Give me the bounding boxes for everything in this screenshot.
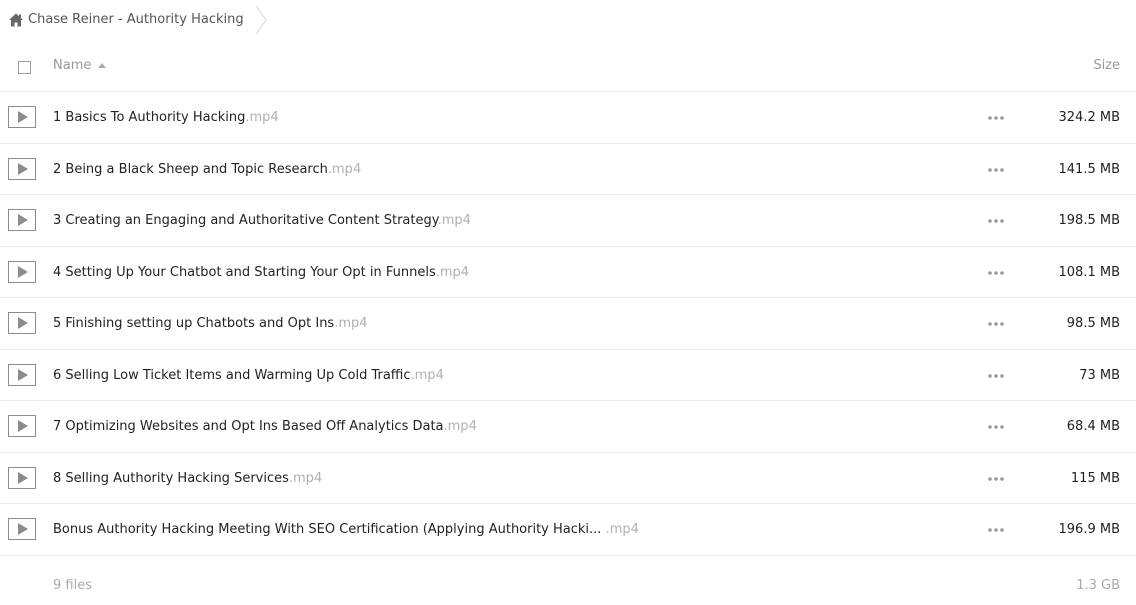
- file-row[interactable]: 1 Basics To Authority Hacking.mp4 324.2 …: [0, 92, 1136, 144]
- file-name[interactable]: 7 Optimizing Websites and Opt Ins Based …: [53, 401, 477, 452]
- file-list-footer: 9 files 1.3 GB: [0, 570, 1136, 604]
- column-header-size[interactable]: Size: [1093, 58, 1120, 73]
- file-extension: .mp4: [437, 213, 471, 228]
- file-name-base: 1 Basics To Authority Hacking: [53, 110, 246, 125]
- file-name[interactable]: 4 Setting Up Your Chatbot and Starting Y…: [53, 247, 469, 298]
- file-name-base: 8 Selling Authority Hacking Services: [53, 470, 289, 486]
- file-row[interactable]: 7 Optimizing Websites and Opt Ins Based …: [0, 401, 1136, 453]
- file-name[interactable]: 1 Basics To Authority Hacking.mp4: [53, 92, 279, 143]
- breadcrumb-folder-title: Chase Reiner - Authority Hacking: [28, 12, 244, 27]
- more-options-icon[interactable]: [986, 317, 1006, 331]
- video-play-icon: [8, 312, 36, 334]
- column-header-name[interactable]: Name: [53, 58, 107, 73]
- more-options-icon[interactable]: [986, 111, 1006, 125]
- file-size: 198.5 MB: [1058, 213, 1120, 228]
- total-size: 1.3 GB: [1076, 578, 1120, 593]
- video-play-icon: [8, 260, 36, 283]
- file-name-base: 7 Optimizing Websites and Opt Ins Based …: [53, 419, 444, 434]
- more-options-icon[interactable]: [986, 523, 1006, 537]
- file-size: 141.5 MB: [1058, 161, 1120, 177]
- column-header-name-label: Name: [53, 58, 92, 73]
- file-extension: .mp4: [327, 161, 362, 177]
- more-options-icon[interactable]: [986, 472, 1006, 486]
- file-extension: .mp4: [435, 264, 470, 280]
- video-play-icon: [8, 157, 36, 180]
- file-name[interactable]: 5 Finishing setting up Chatbots and Opt …: [53, 298, 368, 349]
- file-name[interactable]: Bonus Authority Hacking Meeting With SEO…: [53, 504, 639, 555]
- select-all-checkbox[interactable]: [18, 61, 31, 74]
- file-name[interactable]: 2 Being a Black Sheep and Topic Research…: [53, 144, 361, 195]
- file-row[interactable]: 4 Setting Up Your Chatbot and Starting Y…: [0, 247, 1136, 298]
- file-extension: .mp4: [334, 316, 368, 331]
- video-play-icon: [8, 363, 36, 386]
- file-count: 9 files: [53, 578, 92, 593]
- more-options-icon[interactable]: [986, 214, 1006, 228]
- file-row[interactable]: 3 Creating an Engaging and Authoritative…: [0, 195, 1136, 247]
- file-name[interactable]: 6 Selling Low Ticket Items and Warming U…: [53, 350, 444, 401]
- file-row[interactable]: Bonus Authority Hacking Meeting With SEO…: [0, 504, 1136, 556]
- more-options-icon[interactable]: [986, 369, 1006, 383]
- file-size: 115 MB: [1070, 470, 1120, 486]
- file-extension: .mp4: [288, 470, 323, 486]
- file-row[interactable]: 8 Selling Authority Hacking Services.mp4…: [0, 453, 1136, 504]
- file-name-base: 3 Creating an Engaging and Authoritative…: [53, 213, 438, 228]
- more-options-icon[interactable]: [986, 420, 1006, 434]
- file-list-header: Name Size: [0, 44, 1136, 92]
- file-row[interactable]: 2 Being a Black Sheep and Topic Research…: [0, 144, 1136, 195]
- breadcrumb-folder[interactable]: Chase Reiner - Authority Hacking: [0, 0, 244, 40]
- file-name[interactable]: 3 Creating an Engaging and Authoritative…: [53, 195, 471, 246]
- video-play-icon: [8, 106, 36, 128]
- video-play-icon: [8, 466, 36, 489]
- breadcrumb-chevron-icon: [255, 5, 267, 35]
- file-extension: .mp4: [245, 110, 279, 125]
- file-size: 68.4 MB: [1066, 419, 1120, 434]
- file-extension: .mp4: [410, 367, 444, 383]
- breadcrumb: Chase Reiner - Authority Hacking: [0, 0, 1136, 40]
- file-name-base: 2 Being a Black Sheep and Topic Research: [53, 161, 328, 177]
- file-size: 108.1 MB: [1058, 264, 1120, 280]
- file-name-base: Bonus Authority Hacking Meeting With SEO…: [53, 522, 606, 537]
- file-extension: .mp4: [605, 522, 639, 537]
- file-extension: .mp4: [443, 419, 477, 434]
- video-play-icon: [8, 209, 36, 231]
- video-play-icon: [8, 415, 36, 437]
- file-name-base: 5 Finishing setting up Chatbots and Opt …: [53, 316, 335, 331]
- file-list: 1 Basics To Authority Hacking.mp4 324.2 …: [0, 92, 1136, 556]
- file-row[interactable]: 5 Finishing setting up Chatbots and Opt …: [0, 298, 1136, 350]
- file-size: 73 MB: [1079, 367, 1120, 383]
- file-name[interactable]: 8 Selling Authority Hacking Services.mp4: [53, 453, 322, 504]
- more-options-icon[interactable]: [986, 266, 1006, 280]
- file-row[interactable]: 6 Selling Low Ticket Items and Warming U…: [0, 350, 1136, 401]
- video-play-icon: [8, 518, 36, 540]
- more-options-icon[interactable]: [986, 163, 1006, 177]
- home-icon: [9, 13, 23, 27]
- file-name-base: 6 Selling Low Ticket Items and Warming U…: [53, 367, 411, 383]
- file-size: 196.9 MB: [1058, 522, 1120, 537]
- file-name-base: 4 Setting Up Your Chatbot and Starting Y…: [53, 264, 436, 280]
- file-size: 324.2 MB: [1058, 110, 1120, 125]
- sort-ascending-icon: [98, 63, 107, 68]
- file-size: 98.5 MB: [1066, 316, 1120, 331]
